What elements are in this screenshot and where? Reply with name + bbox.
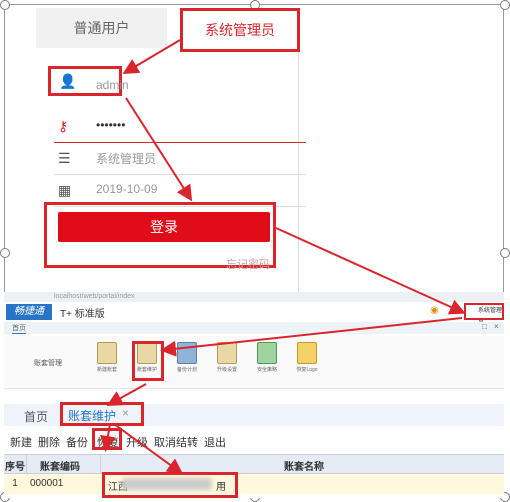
- tool-exit[interactable]: 退出: [204, 434, 226, 450]
- username-value: admin: [96, 78, 129, 92]
- date-value: 2019-10-09: [96, 182, 158, 196]
- current-user[interactable]: 系统管理员: [464, 303, 504, 327]
- tool-new[interactable]: 新建: [10, 434, 32, 450]
- backup-icon: [177, 342, 197, 364]
- tool-upgrade[interactable]: 升级: [126, 434, 148, 450]
- menu-bar: 首页 □ ×: [4, 322, 504, 334]
- row-index: 1: [12, 478, 18, 489]
- tool-cancel-carry[interactable]: 取消结转: [154, 434, 198, 450]
- url-bar[interactable]: localhost/web/portal/index: [4, 292, 504, 302]
- col-name: 账套名称: [284, 462, 324, 473]
- key-icon: ⚷: [58, 118, 69, 134]
- ribbon-restore-logo[interactable]: 恢复Logo: [292, 342, 322, 373]
- ribbon-highlight: [132, 341, 164, 381]
- menu-home[interactable]: 首页: [12, 323, 26, 334]
- ribbon-upgrade-settings[interactable]: 升级设置: [212, 342, 242, 373]
- app-window: localhost/web/portal/index 畅捷通 T+ 标准版 ◉ …: [4, 292, 504, 498]
- resize-handle[interactable]: [0, 248, 10, 258]
- ribbon-new-account[interactable]: 新建账套: [92, 342, 122, 373]
- shield-icon: [257, 342, 277, 364]
- tab-close-icon[interactable]: ×: [122, 406, 129, 420]
- ribbon-backup-plan[interactable]: 备份计划: [172, 342, 202, 373]
- gear-icon[interactable]: ⚙: [450, 305, 459, 316]
- col-index: 序号: [5, 462, 25, 473]
- resize-handle[interactable]: [0, 0, 10, 10]
- row-name-end: 用: [216, 482, 226, 493]
- tab-home[interactable]: 首页: [24, 408, 48, 425]
- tab-account-maintain[interactable]: 账套维护: [68, 407, 116, 424]
- monkey-icon[interactable]: ◉: [430, 305, 439, 316]
- brand-logo: 畅捷通: [6, 304, 52, 320]
- list-icon: ☰: [58, 150, 71, 166]
- ribbon-security[interactable]: 安全策略: [252, 342, 282, 373]
- role-value: 系统管理员: [96, 152, 157, 166]
- table-row[interactable]: 1 000001: [4, 474, 504, 494]
- top-bar: 畅捷通 T+ 标准版 ◉ ⚙ 系统管理员: [4, 302, 504, 327]
- login-button[interactable]: 登录: [58, 212, 270, 242]
- resize-handle[interactable]: [500, 0, 510, 10]
- edition-label: T+ 标准版: [60, 309, 105, 320]
- tool-delete[interactable]: 删除: [38, 434, 60, 450]
- user-icon: 👤: [59, 73, 77, 89]
- forgot-password-link[interactable]: 忘记密码: [226, 256, 270, 272]
- upgrade-icon: [217, 342, 237, 364]
- password-field[interactable]: ⚷ •••••••: [54, 112, 306, 143]
- toolbar: 新建 删除 备份 恢复 升级 取消结转 退出: [4, 430, 504, 452]
- close-icon[interactable]: ×: [494, 322, 499, 331]
- password-value: •••••••: [96, 118, 126, 132]
- calendar-icon: ▦: [58, 182, 72, 198]
- row-code: 000001: [30, 478, 64, 489]
- new-account-icon: [97, 342, 117, 364]
- logo-icon: [297, 342, 317, 364]
- table-header: 序号 账套编码 账套名称: [4, 454, 504, 474]
- role-field[interactable]: ☰ 系统管理员: [54, 144, 306, 175]
- redacted-text: [122, 478, 212, 490]
- col-code: 账套编码: [40, 462, 80, 473]
- window-maximize-icon[interactable]: □: [482, 322, 487, 331]
- ribbon: 账套管理 新建账套 账套维护 备份计划 升级设置 安全策略 恢复Logo: [4, 336, 504, 389]
- tab-normal-user[interactable]: 普通用户: [36, 8, 167, 48]
- resize-handle[interactable]: [500, 248, 510, 258]
- tab-system-admin[interactable]: 系统管理员: [180, 8, 300, 52]
- toolbar-highlight: [92, 428, 122, 450]
- ribbon-group-title: 账套管理: [34, 360, 62, 367]
- tool-backup[interactable]: 备份: [66, 434, 88, 450]
